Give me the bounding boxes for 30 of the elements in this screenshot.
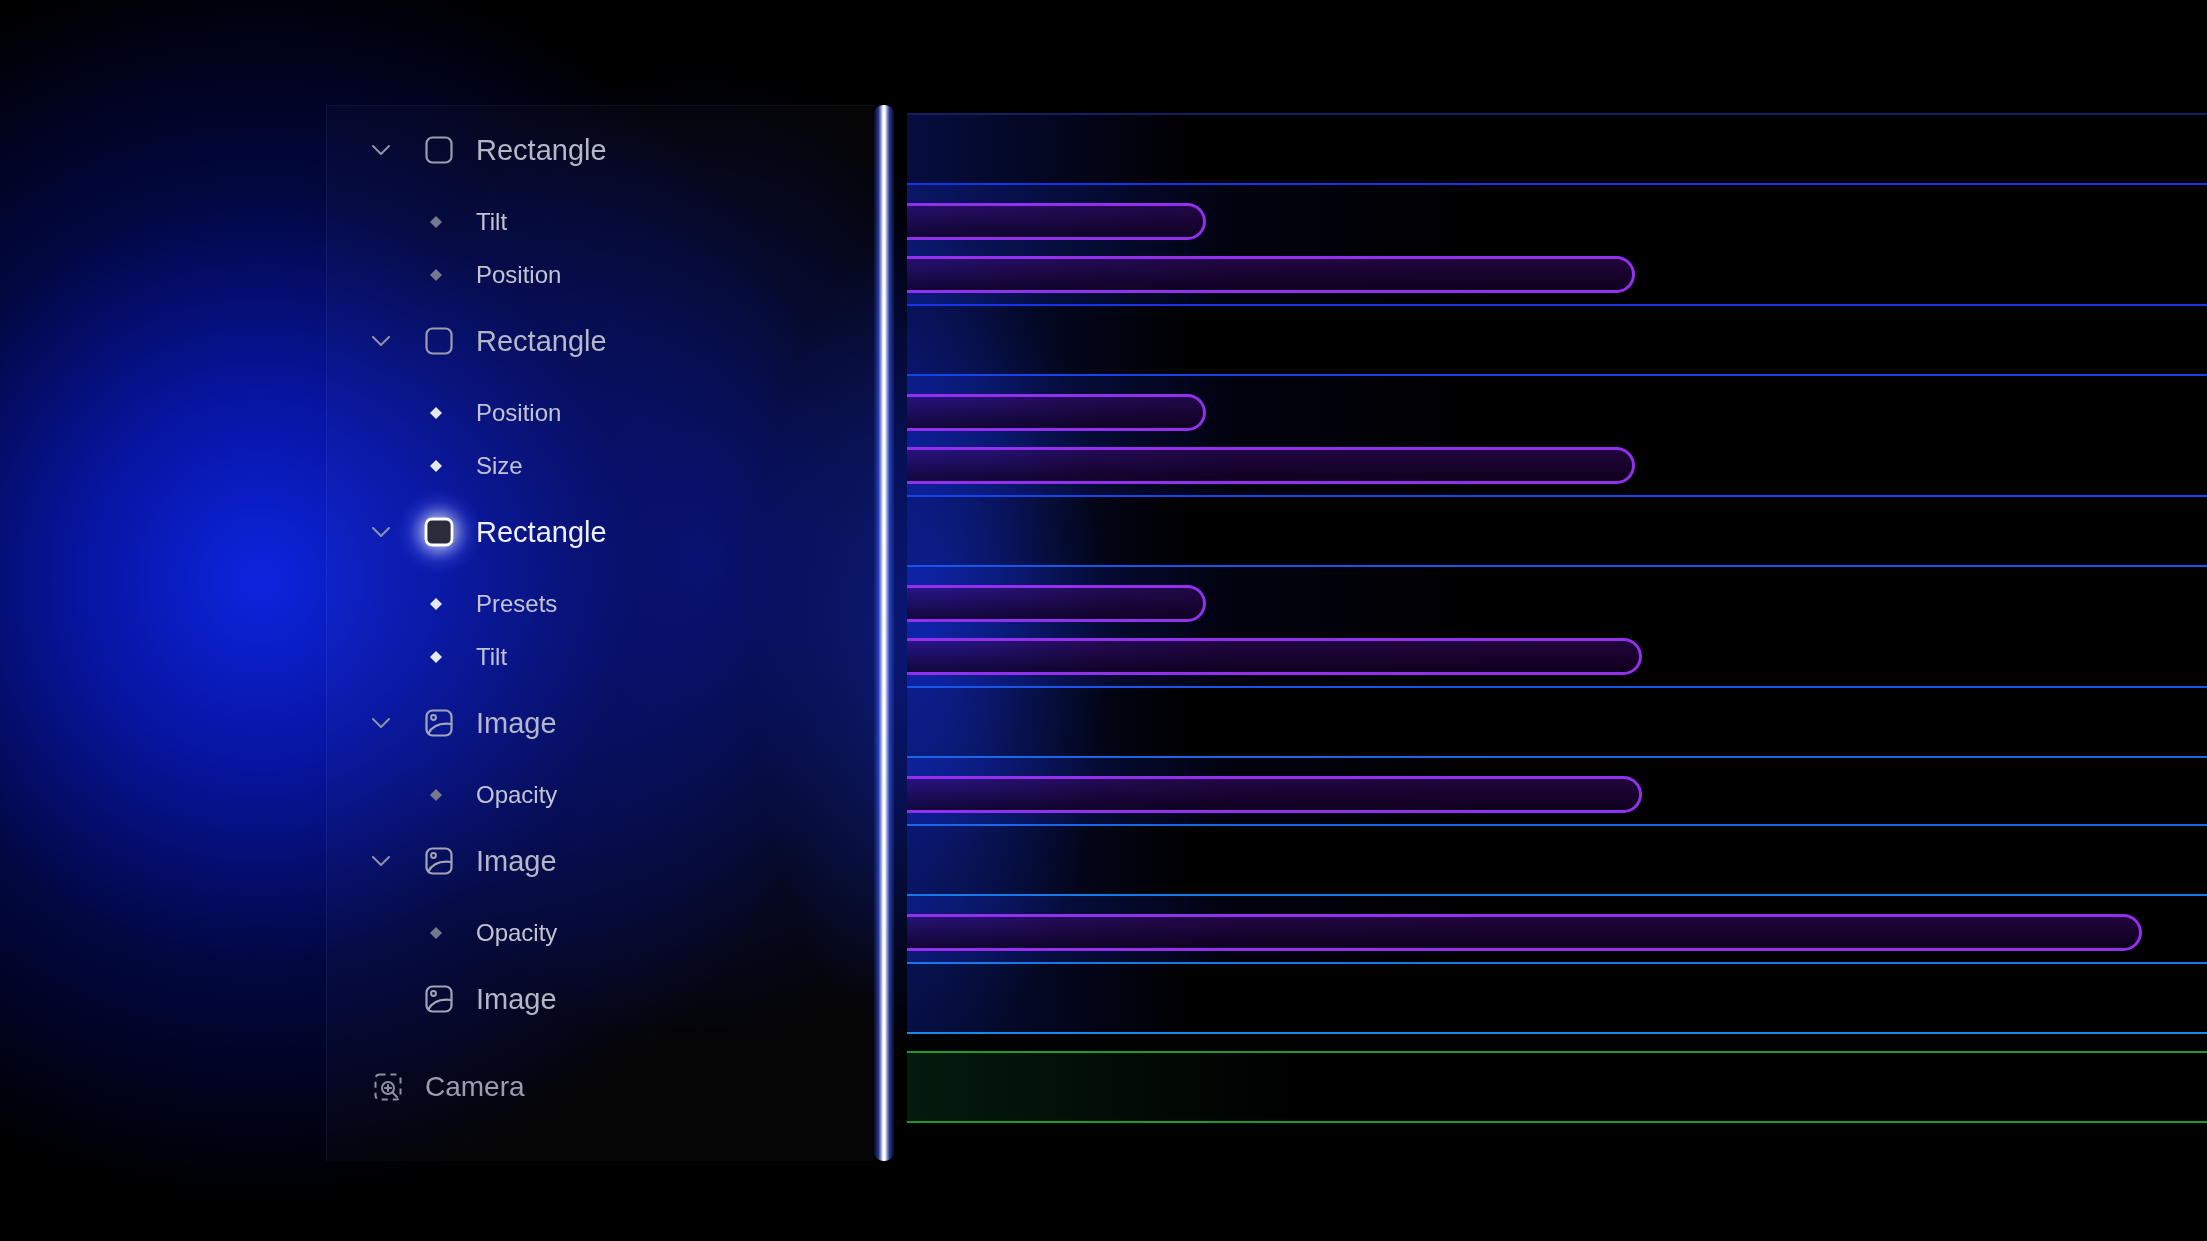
property-name[interactable]: Position bbox=[476, 398, 562, 427]
property-name[interactable]: Opacity bbox=[476, 918, 558, 947]
property-name[interactable]: Opacity bbox=[476, 780, 558, 809]
layer-name[interactable]: Rectangle bbox=[476, 324, 607, 358]
layer-name[interactable]: Rectangle bbox=[476, 515, 607, 549]
property-name[interactable]: Tilt bbox=[476, 642, 508, 671]
chevron-icon[interactable] bbox=[372, 336, 390, 346]
animation-clip[interactable] bbox=[907, 256, 1635, 293]
animation-clip[interactable] bbox=[907, 394, 1206, 431]
playhead[interactable] bbox=[873, 105, 895, 1161]
dashed-frame-zoom-icon bbox=[374, 1073, 402, 1101]
animation-clip[interactable] bbox=[907, 638, 1642, 675]
chevron-icon[interactable] bbox=[372, 527, 390, 537]
property-name[interactable]: Position bbox=[476, 260, 562, 289]
layer-name[interactable]: Rectangle bbox=[476, 133, 607, 167]
chevron-icon[interactable] bbox=[372, 145, 390, 155]
camera-name[interactable]: Camera bbox=[425, 1071, 525, 1103]
animation-clip[interactable] bbox=[907, 914, 2142, 951]
animation-clip[interactable] bbox=[907, 776, 1642, 813]
layer-name[interactable]: Image bbox=[476, 844, 557, 878]
chevron-icon[interactable] bbox=[372, 718, 390, 728]
animation-clip[interactable] bbox=[907, 203, 1206, 240]
animation-clip[interactable] bbox=[907, 585, 1206, 622]
property-name[interactable]: Size bbox=[476, 451, 523, 480]
property-name[interactable]: Tilt bbox=[476, 207, 508, 236]
layer-name[interactable]: Image bbox=[476, 982, 557, 1016]
property-name[interactable]: Presets bbox=[476, 589, 558, 618]
chevron-icon[interactable] bbox=[372, 856, 390, 866]
layer-name[interactable]: Image bbox=[476, 706, 557, 740]
animation-clip[interactable] bbox=[907, 447, 1635, 484]
